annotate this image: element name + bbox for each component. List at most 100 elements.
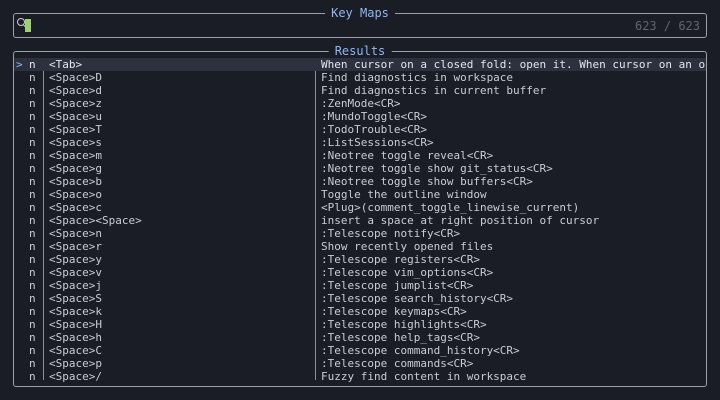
keymap-description: :Telescope command_history<CR>	[321, 344, 520, 357]
keymap-mode: n	[29, 71, 36, 84]
result-row[interactable]: n <Space>s :ListSessions<CR>	[14, 136, 706, 149]
keymap-description: When cursor on a closed fold: open it. W…	[321, 58, 706, 71]
keymap-description: :ListSessions<CR>	[321, 136, 434, 149]
keymap-lhs: <Space>m	[49, 149, 102, 162]
result-row[interactable]: n <Space>C :Telescope command_history<CR>	[14, 344, 706, 357]
result-row[interactable]: n <Space>p :Telescope commands<CR>	[14, 357, 706, 370]
result-row[interactable]: n <Space>D Find diagnostics in workspace	[14, 71, 706, 84]
result-row[interactable]: n <Space>g:Neotree toggle show git_status…	[14, 162, 706, 175]
keymap-mode: n	[29, 110, 36, 123]
result-counter: 623 / 623	[634, 19, 700, 33]
result-row[interactable]: n <Space>m:Neotree toggle reveal<CR>	[14, 149, 706, 162]
results-list: > n <Tab> When cursor on a closed fold: ope…	[14, 58, 706, 383]
keymap-description: :Telescope search_history<CR>	[321, 292, 514, 305]
keymap-description: :Neotree toggle show buffers<CR>	[321, 175, 533, 188]
keymap-lhs: <Space>g	[49, 162, 102, 175]
prompt-panel: Key Maps 623 / 623	[13, 5, 707, 38]
keymap-lhs: <Tab>	[49, 58, 83, 71]
keymap-lhs: <Space>C	[49, 344, 102, 357]
keymap-mode: n	[29, 253, 36, 266]
keymap-mode: n	[29, 162, 36, 175]
keymap-mode: n	[29, 97, 36, 110]
search-icon	[17, 18, 25, 26]
keymap-lhs: <Space>T	[49, 123, 102, 136]
result-row[interactable]: n <Space>h :Telescope help_tags<CR>	[14, 331, 706, 344]
keymap-lhs: <Space>c	[49, 201, 102, 214]
selection-caret: >	[16, 58, 23, 71]
keymap-description: insert a space at right position of curs…	[321, 214, 600, 227]
keymap-mode: n	[29, 292, 36, 305]
result-row[interactable]: n <Space>z :ZenMode<CR>	[14, 97, 706, 110]
keymap-description: Show recently opened files	[321, 240, 494, 253]
keymap-description: :Telescope highlights<CR>	[321, 318, 487, 331]
result-row[interactable]: n <Space>T :TodoTrouble<CR>	[14, 123, 706, 136]
keymap-description: :Telescope registers<CR>	[321, 253, 480, 266]
keymap-lhs: <Space>r	[49, 240, 102, 253]
keymap-mode: n	[29, 84, 36, 97]
result-row[interactable]: n <Space>y :Telescope registers<CR>	[14, 253, 706, 266]
keymap-description: Fuzzy find content in workspace	[321, 370, 527, 383]
keymap-mode: n	[29, 357, 36, 370]
keymap-mode: n	[29, 58, 36, 71]
keymap-mode: n	[29, 175, 36, 188]
result-row[interactable]: n <Space>r Show recently opened files	[14, 240, 706, 253]
keymap-lhs: <Space>u	[49, 110, 102, 123]
keymap-description: <Plug>(comment_toggle_linewise_current)	[321, 201, 580, 214]
keymap-description: :Telescope commands<CR>	[321, 357, 474, 370]
keymap-description: Find diagnostics in current buffer	[321, 84, 547, 97]
keymap-lhs: <Space>s	[49, 136, 102, 149]
result-row[interactable]: n <Space>j:Telescope jumplist<CR>	[14, 279, 706, 292]
keymap-mode: n	[29, 318, 36, 331]
keymap-lhs: <Space>h	[49, 331, 102, 344]
keymap-lhs: <Space>H	[49, 318, 102, 331]
keymap-lhs: <Space>b	[49, 175, 102, 188]
keymap-lhs: <Space>z	[49, 97, 102, 110]
keymap-mode: n	[29, 123, 36, 136]
keymap-mode: n	[29, 305, 36, 318]
keymap-description: :MundoToggle<CR>	[321, 110, 427, 123]
keymap-mode: n	[29, 201, 36, 214]
keymap-mode: n	[29, 331, 36, 344]
result-row-selected[interactable]: > n <Tab> When cursor on a closed fold: ope…	[14, 58, 706, 71]
result-row[interactable]: n <Space>k :Telescope keymaps<CR>	[14, 305, 706, 318]
keymap-mode: n	[29, 136, 36, 149]
keymap-description: :Telescope keymaps<CR>	[321, 305, 467, 318]
keymap-lhs: <Space>/	[49, 370, 102, 383]
keymap-description: :ZenMode<CR>	[321, 97, 401, 110]
keymap-description: :Telescope vim_options<CR>	[321, 266, 494, 279]
keymap-lhs: <Space>D	[49, 71, 102, 84]
result-row[interactable]: n <Space><Space> insert a space at right p…	[14, 214, 706, 227]
result-row[interactable]: n <Space>b :Neotree toggle show buffers<CR…	[14, 175, 706, 188]
keymap-description: :Telescope notify<CR>	[321, 227, 461, 240]
result-row[interactable]: n <Space>v :Telescope vim_options<CR>	[14, 266, 706, 279]
result-row[interactable]: n <Space>/ Fuzzy find content in workspace	[14, 370, 706, 383]
keymap-lhs: <Space>j	[49, 279, 102, 292]
results-panel: Results > n <Tab> When cursor on a closed f…	[13, 43, 707, 387]
result-row[interactable]: n <Space>d Find diagnostics in current buf…	[14, 84, 706, 97]
result-row[interactable]: n <Space>H :Telescope highlights<CR>	[14, 318, 706, 331]
result-row[interactable]: n <Space>o Toggle the outline window	[14, 188, 706, 201]
result-row[interactable]: n <Space>u :MundoToggle<CR>	[14, 110, 706, 123]
keymap-lhs: <Space>p	[49, 357, 102, 370]
keymap-mode: n	[29, 227, 36, 240]
result-row[interactable]: n <Space>c <Plug>(comment_toggle_linewise_…	[14, 201, 706, 214]
keymap-lhs: <Space>y	[49, 253, 102, 266]
result-row[interactable]: n <Space>n:Telescope notify<CR>	[14, 227, 706, 240]
keymap-description: Toggle the outline window	[321, 188, 487, 201]
keymap-mode: n	[29, 266, 36, 279]
keymap-description: :TodoTrouble<CR>	[321, 123, 427, 136]
keymap-lhs: <Space><Space>	[49, 214, 142, 227]
keymap-mode: n	[29, 370, 36, 383]
keymap-description: :Telescope help_tags<CR>	[321, 331, 480, 344]
keymap-mode: n	[29, 188, 36, 201]
keymap-lhs: <Space>k	[49, 305, 102, 318]
results-title: Results	[328, 43, 392, 59]
keymap-lhs: <Space>v	[49, 266, 102, 279]
keymap-lhs: <Space>o	[49, 188, 102, 201]
prompt-input-cursor[interactable]	[25, 19, 31, 32]
keymap-mode: n	[29, 344, 36, 357]
keymap-lhs: <Space>S	[49, 292, 102, 305]
keymap-mode: n	[29, 279, 36, 292]
prompt-title: Key Maps	[325, 5, 395, 21]
result-row[interactable]: n <Space>S :Telescope search_history<CR>	[14, 292, 706, 305]
